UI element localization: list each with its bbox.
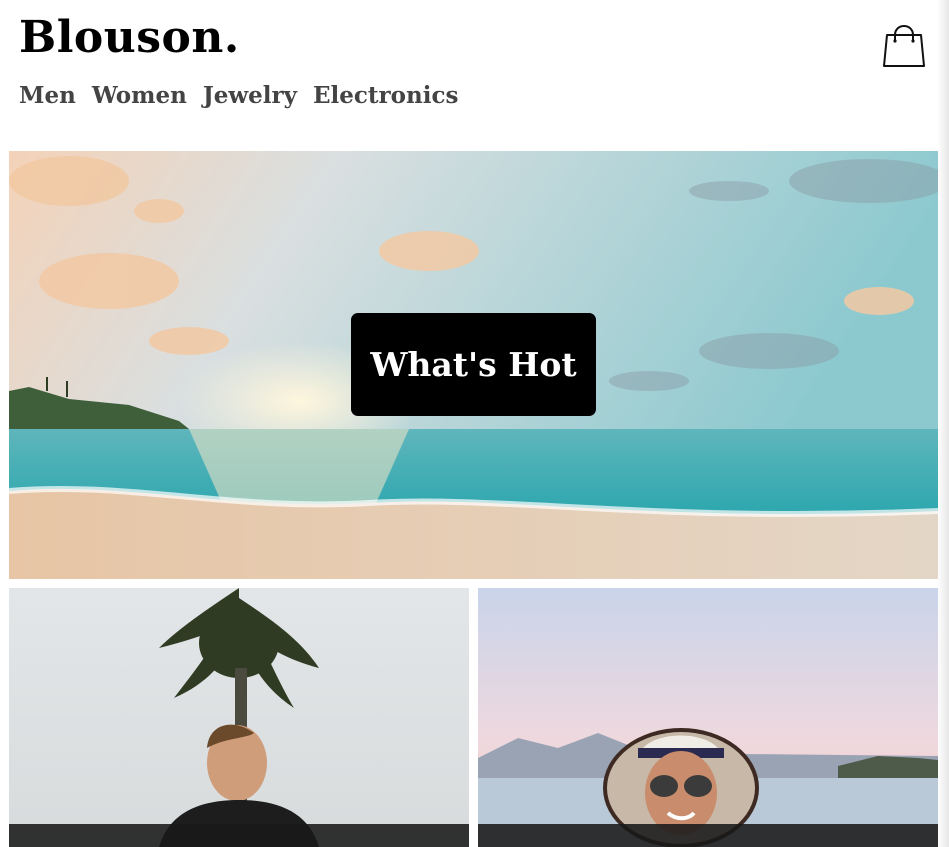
nav-men[interactable]: Men xyxy=(19,82,76,109)
man-palm-tree-image xyxy=(9,588,469,847)
tile-caption-bar xyxy=(9,824,469,847)
nav-women[interactable]: Women xyxy=(92,82,187,109)
main-nav: Men Women Jewelry Electronics xyxy=(19,82,458,109)
hero-banner: What's Hot xyxy=(9,151,938,579)
nav-jewelry[interactable]: Jewelry xyxy=(203,82,297,109)
nav-electronics[interactable]: Electronics xyxy=(313,82,458,109)
site-logo[interactable]: Blouson. xyxy=(19,12,240,63)
woman-sunhat-image xyxy=(478,588,938,847)
product-tile-men[interactable] xyxy=(9,588,469,847)
shopping-bag-icon[interactable] xyxy=(881,19,927,69)
whats-hot-button[interactable]: What's Hot xyxy=(351,313,596,416)
scrollbar-shadow xyxy=(937,0,949,847)
tile-caption-bar xyxy=(478,824,938,847)
product-tile-women[interactable] xyxy=(478,588,938,847)
